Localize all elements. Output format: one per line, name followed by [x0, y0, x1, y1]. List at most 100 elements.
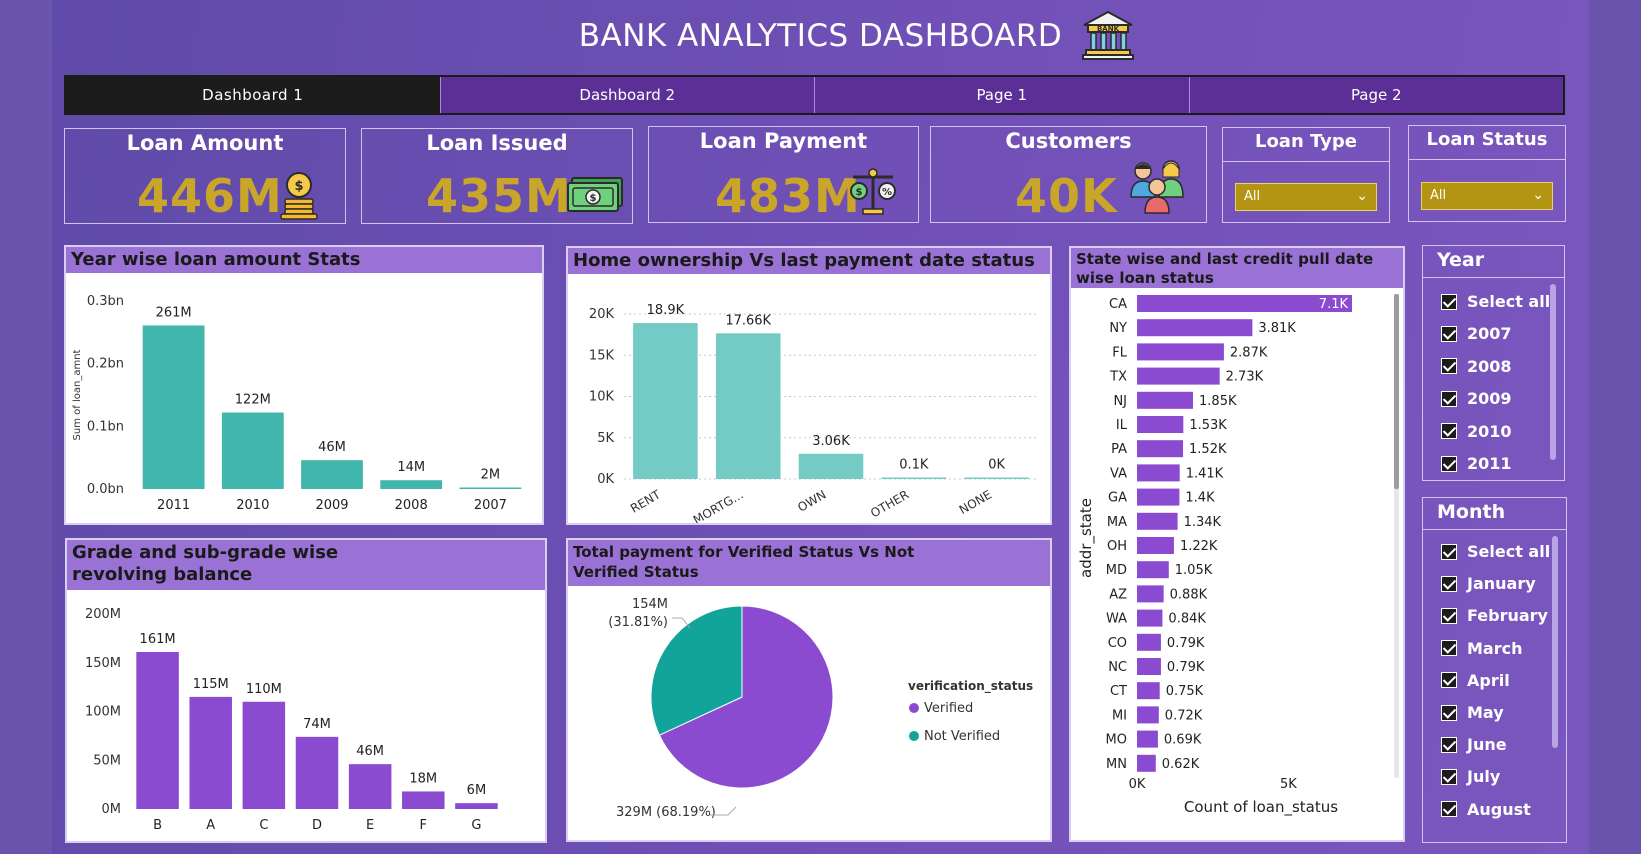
checkbox-icon [1441, 768, 1457, 785]
data-label: 1.4K [1185, 491, 1215, 506]
bar [1137, 561, 1169, 579]
month-option-april[interactable]: April [1441, 671, 1510, 690]
y-tick-label: 0M [102, 802, 122, 817]
kpi-value: 40K [1015, 169, 1118, 223]
month-option-january[interactable]: January [1441, 574, 1536, 593]
year-wise-bar-chart: 0.3bn 0.2bn 0.1bn 0.0bn Sum of loan_amnt 261M… [72, 294, 522, 513]
month-option-february[interactable]: February [1441, 606, 1548, 625]
year-option-2010[interactable]: 2010 [1441, 422, 1512, 441]
y-tick-label: CO [1108, 636, 1127, 651]
tab-page-1[interactable]: Page 1 [815, 77, 1190, 113]
legend-title: verification_status [908, 679, 1033, 694]
state-wise-chart-card: State wise and last credit pull date wis… [1069, 246, 1405, 842]
y-tick-label: MI [1112, 708, 1127, 723]
bar [798, 453, 864, 479]
y-tick-label: 200M [85, 607, 121, 622]
kpi-customers: Customers 40K [930, 126, 1207, 223]
bank-icon-text: BANK [1097, 25, 1120, 33]
year-option-2008[interactable]: 2008 [1441, 357, 1512, 376]
y-tick-label: 5K [597, 431, 614, 446]
data-label: 110M [246, 682, 282, 697]
bar [1137, 682, 1160, 700]
month-option-july[interactable]: July [1441, 767, 1500, 786]
legend-label: Verified [924, 701, 973, 716]
scrollbar[interactable] [1552, 536, 1558, 748]
x-tick-label: RENT [628, 487, 663, 516]
item-label: Select all [1467, 542, 1551, 561]
checkbox-icon [1441, 672, 1457, 689]
item-label: August [1467, 799, 1531, 819]
slicer-title: Year [1423, 246, 1564, 278]
item-label: 2008 [1467, 356, 1512, 376]
year-option-select-all[interactable]: Select all [1441, 292, 1550, 311]
loan-type-dropdown[interactable]: All ⌄ [1235, 183, 1377, 211]
y-tick-label: WA [1106, 612, 1127, 627]
bar [402, 791, 445, 809]
x-tick-label: 2010 [236, 498, 269, 513]
y-tick-label: 100M [85, 705, 121, 720]
checkbox-icon [1441, 358, 1457, 375]
data-label: 2.87K [1230, 345, 1268, 360]
verification-pie-chart: 329M (68.19%) 154M (31.81%) verification_st… [608, 597, 1033, 820]
y-tick-label: 50M [93, 753, 121, 768]
data-label: 7.1K [1319, 297, 1349, 312]
tab-dashboard-1[interactable]: Dashboard 1 [66, 77, 441, 113]
bar [964, 477, 1029, 479]
item-label: 2007 [1467, 324, 1512, 344]
kpi-loan-issued: Loan Issued 435M $ [361, 128, 633, 224]
bar [455, 803, 498, 809]
tab-page-2[interactable]: Page 2 [1189, 77, 1563, 113]
checkbox-icon [1441, 325, 1457, 342]
kpi-label: Loan Issued [426, 131, 568, 155]
bar [136, 652, 179, 809]
kpi-value: 483M [715, 169, 861, 223]
data-label: 1.22K [1180, 539, 1218, 554]
item-label: 2010 [1467, 421, 1512, 441]
data-label: 1.53K [1189, 418, 1227, 433]
tab-dashboard-2[interactable]: Dashboard 2 [440, 77, 815, 113]
month-slicer: Month Select all January February March Apri… [1422, 497, 1567, 843]
x-tick-label: 2009 [315, 498, 348, 513]
bar [1137, 609, 1163, 627]
loan-status-slicer: Loan Status All ⌄ [1408, 125, 1566, 222]
month-option-august[interactable]: August [1441, 800, 1531, 819]
bar [1137, 488, 1180, 506]
kpi-value: 446M [137, 169, 283, 223]
year-option-2011[interactable]: 2011 [1441, 454, 1512, 473]
loan-status-dropdown[interactable]: All ⌄ [1421, 182, 1553, 210]
bar [881, 477, 947, 479]
bar [1137, 730, 1158, 748]
checkbox-icon [1441, 704, 1457, 721]
y-tick-label: GA [1108, 491, 1127, 506]
grade-wise-chart-card: Grade and sub-grade wise revolving balan… [65, 538, 547, 843]
svg-text:$: $ [856, 187, 863, 198]
checkbox-icon [1441, 736, 1457, 753]
x-tick-label: 2007 [474, 498, 507, 513]
year-option-2009[interactable]: 2009 [1441, 389, 1512, 408]
bar [301, 460, 363, 489]
data-label: 161M [140, 632, 176, 647]
item-label: 2011 [1467, 454, 1512, 473]
y-tick-label: NY [1109, 321, 1127, 336]
x-tick-label: B [153, 818, 162, 833]
scrollbar[interactable] [1550, 284, 1556, 460]
month-option-march[interactable]: March [1441, 639, 1522, 658]
year-option-2007[interactable]: 2007 [1441, 324, 1512, 343]
home-ownership-bar-chart: 20K 15K 10K 5K 0K 18.9K RENT 17.66K MORTG... 3.06… [589, 303, 1038, 523]
kpi-loan-payment: Loan Payment 483M $ % [648, 126, 919, 223]
verification-pie-card: Total payment for Verified Status Vs Not… [566, 538, 1052, 842]
y-tick-label: OH [1107, 539, 1127, 554]
month-option-may[interactable]: May [1441, 703, 1504, 722]
y-axis-label: Sum of loan_amnt [72, 349, 83, 440]
month-option-select-all[interactable]: Select all [1441, 542, 1550, 561]
x-tick-label: 2011 [157, 498, 190, 513]
month-option-june[interactable]: June [1441, 735, 1507, 754]
checkbox-icon [1441, 293, 1457, 310]
data-label: 17.66K [725, 313, 771, 328]
bar [295, 736, 339, 809]
year-slicer: Year Select all 2007 2008 2009 2010 2011 [1422, 245, 1565, 481]
data-label: 1.41K [1186, 466, 1224, 481]
x-tick-label: C [259, 818, 268, 833]
bar [1137, 367, 1220, 385]
bar [1137, 658, 1161, 675]
